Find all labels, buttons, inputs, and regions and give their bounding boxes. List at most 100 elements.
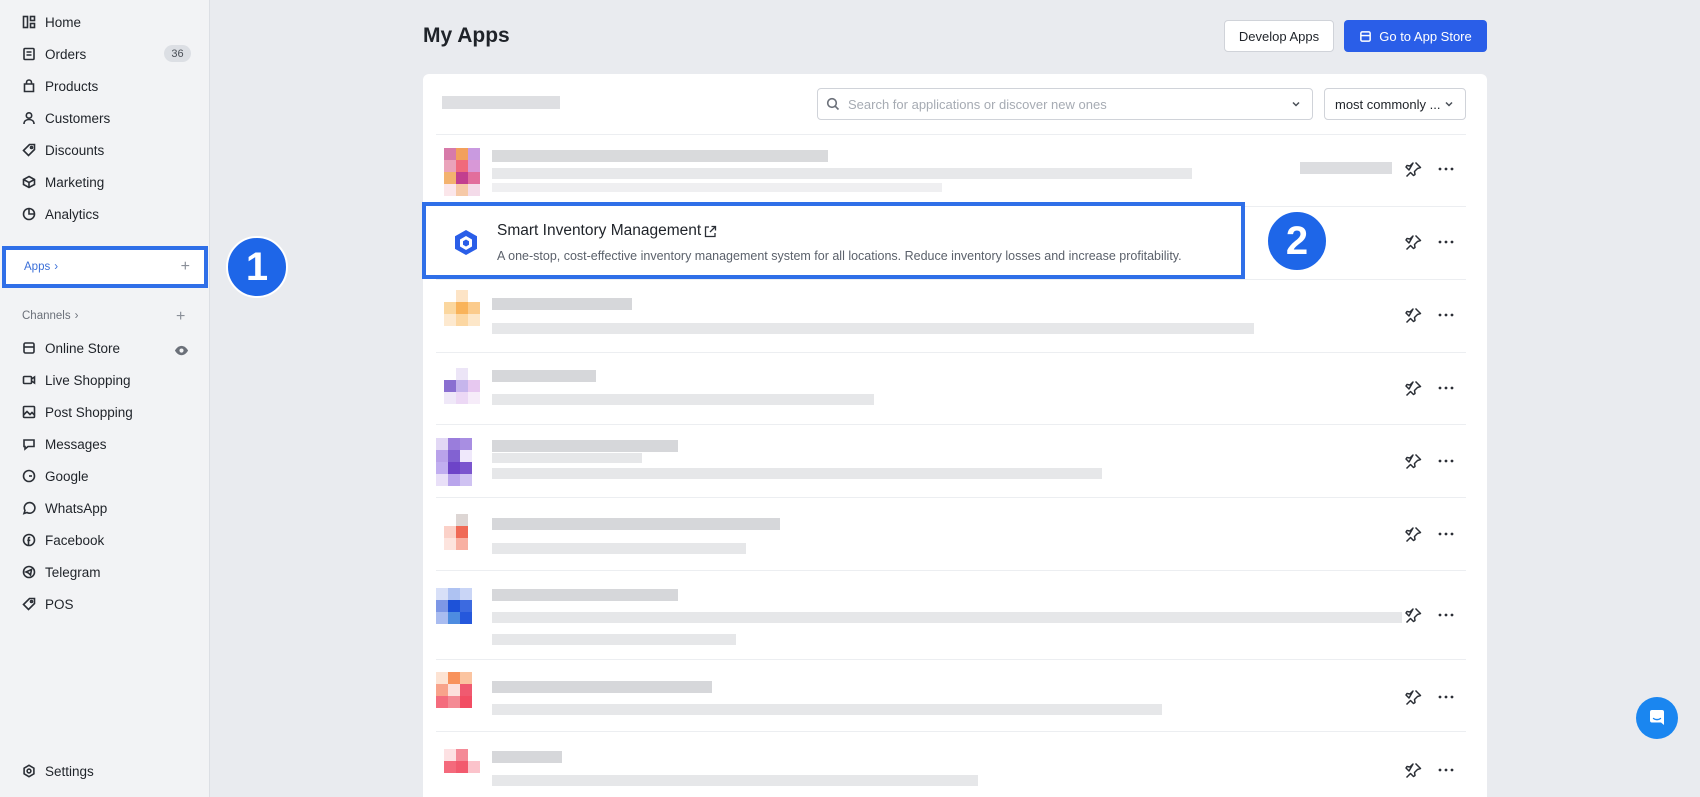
more-options-icon[interactable] [1437,688,1455,706]
sidebar-item-label: Products [45,78,99,94]
app-logo [436,438,484,486]
blurred-text [492,751,562,763]
sidebar-item-customers[interactable]: Customers [22,106,110,130]
search-icon [826,97,840,111]
pin-icon[interactable] [1405,379,1423,397]
chat-icon [22,437,36,451]
sidebar-item-label: Live Shopping [45,372,131,388]
customers-icon [22,111,36,125]
row-actions [1405,379,1455,397]
sidebar-item-label: Messages [45,436,107,452]
go-to-app-store-button[interactable]: Go to App Store [1344,20,1487,52]
more-options-icon[interactable] [1437,306,1455,324]
sidebar-item-analytics[interactable]: Analytics [22,202,99,226]
sidebar-item-facebook[interactable]: Facebook [22,528,104,552]
sidebar-item-label: Facebook [45,532,105,548]
app-logo [444,368,480,416]
sidebar-item-discounts[interactable]: Discounts [22,138,104,162]
whatsapp-icon [22,501,36,515]
more-options-icon[interactable] [1437,525,1455,543]
featured-app-row[interactable]: Smart Inventory Management A one-stop, c… [422,202,1245,279]
sidebar-item-label: Online Store [45,340,121,356]
blurred-text [492,323,1254,334]
row-actions [1405,452,1455,470]
pin-icon[interactable] [1405,525,1423,543]
divider [436,134,1466,135]
pin-icon[interactable] [1405,452,1423,470]
sort-select[interactable]: most commonly ... [1324,88,1466,120]
sidebar-item-online-store[interactable]: Online Store [22,336,120,360]
sidebar-item-label: Google [45,468,89,484]
search-input[interactable] [848,96,1278,112]
sidebar-item-label: WhatsApp [45,500,108,516]
orders-count-badge: 36 [164,45,191,62]
external-link-icon [705,225,717,237]
row-actions [1405,525,1455,543]
sidebar-item-label: Orders [45,46,87,62]
divider [436,497,1466,498]
add-channel-icon[interactable]: + [176,308,185,326]
pos-icon [22,597,36,611]
more-options-icon[interactable] [1437,761,1455,779]
blurred-text [492,453,642,463]
blurred-text [492,468,1102,479]
more-options-icon[interactable] [1437,606,1455,624]
sidebar-item-orders[interactable]: Orders [22,42,86,66]
row-actions [1405,606,1455,624]
blurred-text [492,775,978,786]
develop-apps-button[interactable]: Develop Apps [1224,20,1334,52]
eye-icon[interactable] [174,343,189,358]
more-options-icon[interactable] [1437,452,1455,470]
blurred-text [492,589,678,601]
blurred-text [492,543,746,554]
app-logo [436,672,484,720]
more-options-icon[interactable] [1437,379,1455,397]
store-button-label: Go to App Store [1379,28,1472,44]
add-app-icon[interactable]: + [181,258,190,276]
pin-icon[interactable] [1405,160,1423,178]
pin-icon[interactable] [1405,233,1423,251]
sidebar-item-label: Post Shopping [45,404,133,420]
sidebar-item-apps[interactable]: Apps › + [2,246,208,288]
callout-marker: 1 [226,236,288,298]
sidebar-item-label: Discounts [45,142,105,158]
row-actions [1405,688,1455,706]
support-chat-button[interactable] [1636,697,1678,739]
sidebar-item-label: Telegram [45,564,101,580]
page-title: My Apps [423,24,510,47]
sidebar-item-messages[interactable]: Messages [22,432,107,456]
sidebar-item-products[interactable]: Products [22,74,98,98]
blurred-text [492,370,596,382]
more-options-icon[interactable] [1437,160,1455,178]
sidebar-item-marketing[interactable]: Marketing [22,170,104,194]
blurred-text [492,518,780,530]
divider [436,279,1466,280]
pin-icon[interactable] [1405,306,1423,324]
channels-header[interactable]: Channels › [22,310,78,322]
sidebar-item-label: Customers [45,110,111,126]
sidebar-item-google[interactable]: Google [22,464,89,488]
sidebar-item-post-shopping[interactable]: Post Shopping [22,400,133,424]
pin-icon[interactable] [1405,606,1423,624]
pin-icon[interactable] [1405,688,1423,706]
app-logo [444,290,480,338]
sidebar-item-live-shopping[interactable]: Live Shopping [22,368,131,392]
sidebar-item-label: Home [45,14,82,30]
sidebar-item-settings[interactable]: Settings [22,759,94,783]
facebook-icon [22,533,36,547]
sidebar-item-label: Analytics [45,206,100,222]
app-logo [444,514,480,562]
app-name-link[interactable]: Smart Inventory Management [497,222,718,240]
sidebar-item-telegram[interactable]: Telegram [22,560,101,584]
sidebar-item-pos[interactable]: POS [22,592,74,616]
blurred-text [492,298,632,310]
sidebar-item-home[interactable]: Home [22,10,81,34]
chevron-down-icon[interactable] [1290,98,1302,110]
blurred-text [492,183,942,192]
divider [436,570,1466,571]
callout-marker: 2 [1266,210,1328,272]
search-box[interactable] [817,88,1313,120]
more-options-icon[interactable] [1437,233,1455,251]
sidebar-item-whatsapp[interactable]: WhatsApp [22,496,107,520]
pin-icon[interactable] [1405,761,1423,779]
